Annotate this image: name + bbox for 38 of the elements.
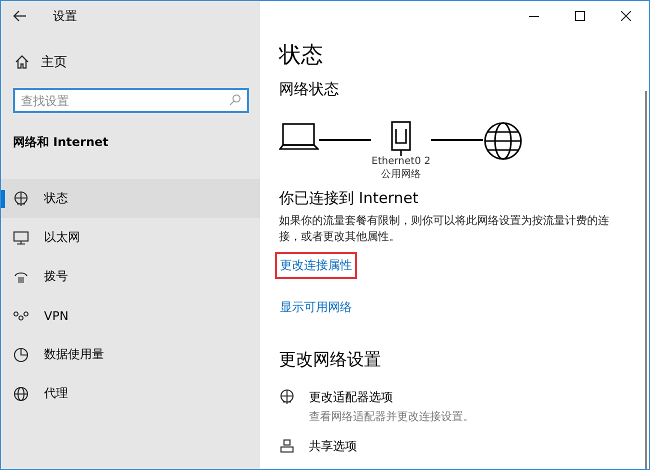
adapter-name: Ethernet0 2: [372, 156, 430, 167]
settings-link[interactable]: 显示可用网络: [275, 294, 357, 321]
laptop-icon: [279, 120, 319, 151]
pie-chart-icon: [13, 346, 29, 362]
search-field[interactable]: 查找设置: [13, 88, 249, 113]
settings-option[interactable]: 更改适配器选项 查看网络适配器并更改连接设置。: [279, 389, 649, 424]
sidebar-item[interactable]: 数据使用量: [1, 335, 260, 374]
connection-line: [431, 138, 483, 141]
section-heading: 更改网络设置: [279, 348, 382, 371]
sidebar-item[interactable]: 以太网: [1, 218, 260, 257]
settings-option[interactable]: 共享选项: [279, 438, 649, 455]
section-heading: 网络状态: [279, 80, 340, 99]
close-icon: [621, 11, 631, 21]
home-label[interactable]: 主页: [41, 53, 67, 71]
connection-line: [319, 138, 371, 141]
globe-monitor-icon: [13, 190, 29, 206]
connection-status: 你已连接到 Internet: [279, 188, 420, 208]
monitor-icon: [13, 230, 29, 246]
maximize-icon: [575, 11, 585, 21]
sidebar-item[interactable]: 代理: [1, 374, 260, 413]
settings-link[interactable]: 更改连接属性: [275, 252, 357, 279]
globe-icon: [483, 120, 523, 161]
page-title: 状态: [279, 42, 324, 70]
search-icon[interactable]: [229, 94, 241, 106]
back-icon[interactable]: [13, 10, 27, 22]
description-text: 如果你的流量套餐有限制，则你可以将此网络设置为按流量计费的连接，或者更改其他属性。: [279, 212, 609, 245]
sidebar-item[interactable]: 拨号: [1, 257, 260, 296]
ethernet-port-icon: [391, 120, 411, 156]
section-heading: 网络和 Internet: [13, 135, 108, 149]
network-type: 公用网络: [381, 168, 421, 181]
globe-monitor-icon: [279, 389, 295, 405]
globe-icon: [13, 386, 29, 402]
scrollbar[interactable]: [645, 91, 647, 469]
computers-icon: [279, 438, 295, 454]
window-title: 设置: [53, 8, 77, 24]
sidebar-item[interactable]: 状态: [1, 179, 260, 218]
sidebar-item[interactable]: VPN: [1, 296, 260, 335]
home-icon[interactable]: [15, 55, 29, 69]
